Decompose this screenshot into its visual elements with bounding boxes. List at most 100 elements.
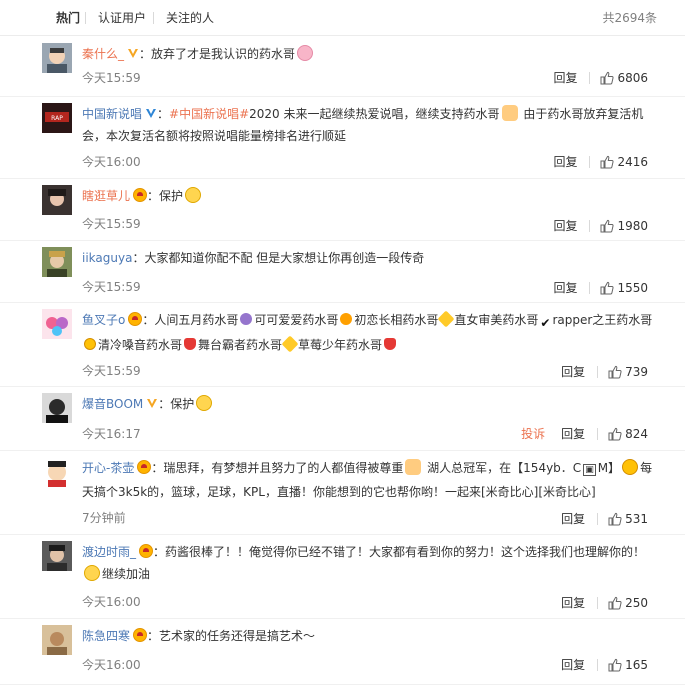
reply-button[interactable]: 回复 — [553, 218, 577, 234]
like-count: 739 — [625, 365, 648, 379]
comment-item: 爆音BOOM ：保护 今天16:17 投诉 回复 824 — [0, 387, 685, 451]
comment-username[interactable]: 秦什么_ — [82, 47, 124, 61]
comment-text: ：药酱很棒了！！俺觉得你已经不错了！大家都有看到你的努力！这个选择我们也理解你的… — [153, 545, 646, 559]
reply-button[interactable]: 回复 — [561, 657, 585, 673]
reply-button[interactable]: 回复 — [561, 511, 585, 527]
like-button[interactable]: 739 — [608, 364, 648, 380]
report-button[interactable]: 投诉 — [521, 426, 545, 442]
comment-username[interactable]: 渡边时雨_ — [82, 545, 136, 559]
comment-body: 瞎逛草儿 ：保护 — [82, 185, 661, 207]
comment-text: 清冷嗓音药水哥 — [98, 338, 183, 352]
like-count: 1550 — [617, 281, 648, 295]
comment-text: 舞台霸者药水哥 — [198, 338, 283, 352]
vip-crown-icon — [137, 460, 152, 474]
like-button[interactable]: 2416 — [600, 154, 648, 170]
crystal-ball-icon — [240, 313, 253, 325]
like-count: 6806 — [617, 71, 648, 85]
avatar[interactable] — [42, 541, 72, 571]
reply-button[interactable]: 回复 — [561, 426, 585, 442]
comment-username[interactable]: 中国新说唱 — [82, 107, 142, 121]
comment-item: 开心-茶壶 ：瑞思拜，有梦想并且努力了的人都值得被尊重 湖人总冠军，在【154yb… — [0, 451, 685, 535]
comment-body: 开心-茶壶 ：瑞思拜，有梦想并且努力了的人都值得被尊重 湖人总冠军，在【154yb… — [82, 457, 661, 503]
comment-text: 草莓少年药水哥 — [298, 338, 383, 352]
comment-time: 今天16:00 — [82, 155, 141, 169]
star-icon — [437, 310, 455, 328]
sparkle-icon — [281, 335, 299, 353]
comment-username[interactable]: 爆音BOOM — [82, 397, 143, 411]
reply-button[interactable]: 回复 — [553, 280, 577, 296]
comment-item: 鱼叉子o ：人间五月药水哥 可可爱爱药水哥 初恋长相药水哥 直女审美药水哥 ✔ rapper… — [0, 303, 685, 387]
like-button[interactable]: 1980 — [600, 218, 648, 234]
comment-text: 2020 未来一起继续热爱说唱，继续支持药水哥 — [249, 107, 500, 121]
action-divider — [589, 156, 591, 168]
cry-icon — [185, 187, 202, 203]
comment-text: ：瑞思拜，有梦想并且努力了的人都值得被尊重 — [151, 461, 404, 475]
reply-button[interactable]: 回复 — [553, 154, 577, 170]
thumbs-up-icon — [600, 155, 615, 169]
tongue-out-icon — [622, 459, 639, 475]
tab-divider — [85, 12, 86, 24]
comment-time: 今天15:59 — [82, 71, 141, 85]
action-divider — [589, 220, 591, 232]
reply-button[interactable]: 回复 — [561, 364, 585, 380]
tab-following[interactable]: 关注的人 — [166, 10, 214, 26]
like-button[interactable]: 531 — [608, 511, 648, 527]
avatar[interactable] — [42, 457, 72, 487]
comment-username[interactable]: 鱼叉子o — [82, 313, 125, 327]
handshake-icon — [405, 459, 422, 475]
comment-body: 陈急四寒 ：艺术家的任务还得是搞艺术～ — [82, 625, 661, 647]
comment-text: ：保护 — [147, 189, 184, 203]
reply-button[interactable]: 回复 — [561, 595, 585, 611]
comment-item: 秦什么_ ：放弃了才是我认识的药水哥 今天15:59 回复 6806 — [0, 37, 685, 97]
cry-icon — [84, 565, 100, 581]
avatar[interactable] — [42, 393, 72, 423]
action-divider — [597, 513, 599, 525]
like-button[interactable]: 824 — [608, 426, 648, 442]
like-button[interactable]: 1550 — [600, 280, 648, 296]
comment-actions: 回复 250 — [561, 595, 648, 611]
comment-time: 今天15:59 — [82, 280, 141, 294]
avatar[interactable] — [42, 309, 72, 339]
circus-tent-icon — [184, 338, 197, 350]
comment-text: rapper之王药水哥 — [552, 313, 653, 327]
reply-button[interactable]: 回复 — [553, 70, 577, 86]
vip-crown-icon — [139, 544, 154, 558]
like-button[interactable]: 6806 — [600, 70, 648, 86]
tab-verified-users[interactable]: 认证用户 — [98, 10, 146, 26]
comment-text: ： — [157, 107, 170, 121]
comment-time: 今天15:59 — [82, 217, 141, 231]
comment-text: ：人间五月药水哥 — [142, 313, 239, 327]
action-divider — [597, 428, 599, 440]
orange-verified-v-icon — [147, 399, 158, 408]
vip-crown-icon — [133, 628, 148, 642]
comment-body: 秦什么_ ：放弃了才是我认识的药水哥 — [82, 43, 661, 65]
comment-text: 初恋长相药水哥 — [354, 313, 439, 327]
tab-hot[interactable]: 热门 — [56, 10, 80, 26]
hashtag-link[interactable]: #中国新说唱# — [169, 107, 249, 121]
avatar[interactable]: RAP — [42, 103, 72, 133]
avatar[interactable] — [42, 247, 72, 277]
comment-text: 直女审美药水哥 — [454, 313, 539, 327]
flex-icon — [501, 105, 518, 121]
pig-icon — [297, 45, 314, 61]
comment-text: ：大家都知道你配不配 但是大家想让你再创造一段传奇 — [132, 251, 425, 265]
like-count: 250 — [625, 596, 648, 610]
avatar[interactable] — [42, 185, 72, 215]
like-button[interactable]: 165 — [608, 657, 648, 673]
tab-divider — [153, 12, 154, 24]
comment-item: 瞎逛草儿 ：保护 今天15:59 回复 1980 — [0, 179, 685, 241]
comment-body: 中国新说唱 ：#中国新说唱#2020 未来一起继续热爱说唱，继续支持药水哥 由于药… — [82, 103, 661, 147]
comment-username[interactable]: 开心-茶壶 — [82, 461, 134, 475]
lipstick-icon — [84, 338, 96, 350]
avatar[interactable] — [42, 625, 72, 655]
comment-username[interactable]: 瞎逛草儿 — [82, 189, 130, 203]
comment-username[interactable]: 陈急四寒 — [82, 629, 130, 643]
comment-item: 陈急四寒 ：艺术家的任务还得是搞艺术～ 今天16:00 回复 165 — [0, 619, 685, 685]
avatar[interactable] — [42, 43, 72, 73]
comment-actions: 回复 1550 — [553, 280, 648, 296]
thumbs-up-icon — [608, 596, 622, 610]
like-count: 2416 — [617, 155, 648, 169]
comment-username[interactable]: iikaguya — [82, 251, 132, 265]
check-mark-icon: ✔ — [540, 316, 551, 330]
like-button[interactable]: 250 — [608, 595, 648, 611]
